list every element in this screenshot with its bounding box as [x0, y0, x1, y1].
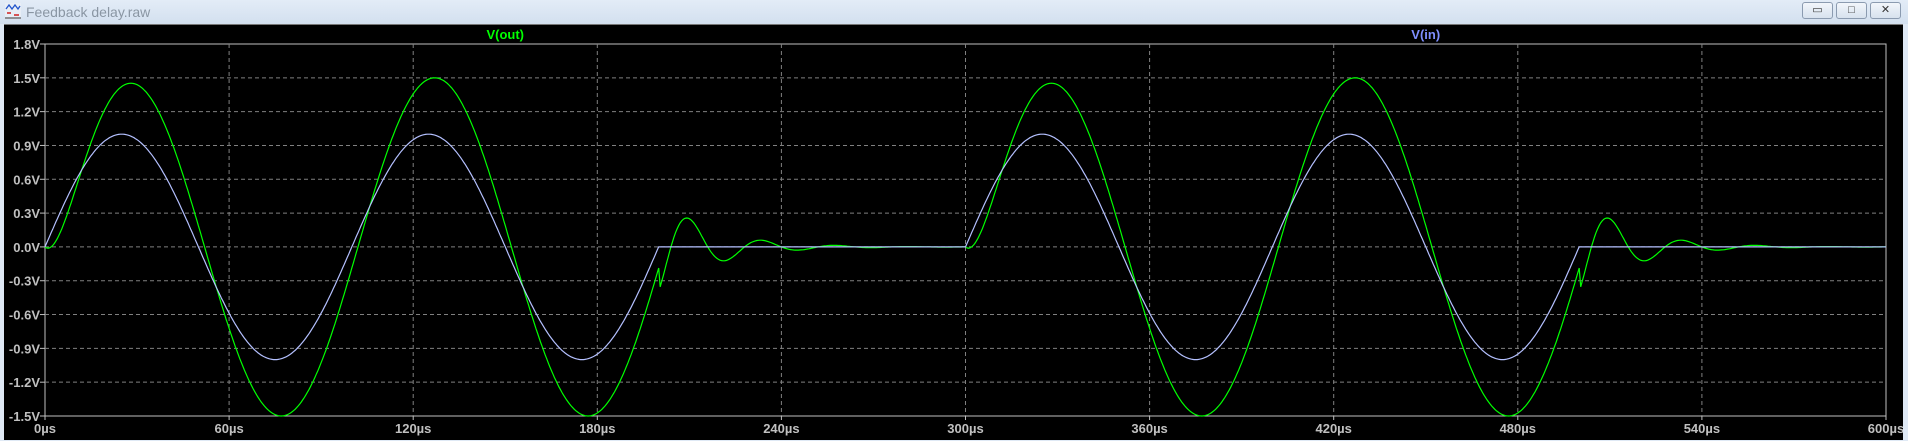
waveform-panel[interactable]: 0µs 60µs 120µs 180µs 240µs 300µs 360µs 420µs 480… [4, 24, 1903, 440]
title-bar: Feedback delay.raw ▭ □ ✕ [0, 0, 1908, 24]
y-tick-label: -1.2V [9, 375, 40, 390]
x-tick-label: 120µs [395, 421, 431, 436]
y-tick-label: 1.2V [13, 105, 40, 120]
trace-label-vin[interactable]: V(in) [1411, 27, 1440, 42]
y-tick-label: 0.0V [13, 240, 40, 255]
minimize-button[interactable]: ▭ [1802, 2, 1833, 19]
y-tick-label: -1.5V [9, 409, 40, 424]
x-tick-label: 240µs [763, 421, 799, 436]
window-title: Feedback delay.raw [26, 4, 151, 20]
x-tick-label: 360µs [1131, 421, 1167, 436]
y-tick-label: 0.6V [13, 172, 40, 187]
y-tick-label: 0.9V [13, 138, 40, 153]
x-tick-label: 600µs [1868, 421, 1903, 436]
y-tick-label: 1.5V [13, 71, 40, 86]
x-tick-label: 420µs [1315, 421, 1351, 436]
waveform-plot[interactable]: 0µs 60µs 120µs 180µs 240µs 300µs 360µs 420µs 480… [4, 25, 1903, 441]
waveform-viewer-icon [5, 3, 21, 19]
x-tick-label: 300µs [947, 421, 983, 436]
y-tick-label: -0.6V [9, 308, 40, 323]
x-tick-label: 180µs [579, 421, 615, 436]
x-tick-label: 480µs [1500, 421, 1536, 436]
trace-label-vout[interactable]: V(out) [486, 27, 524, 42]
y-tick-label: 1.8V [13, 37, 40, 52]
close-button[interactable]: ✕ [1870, 2, 1901, 19]
y-tick-label: -0.3V [9, 274, 40, 289]
y-tick-label: -0.9V [9, 341, 40, 356]
x-tick-label: 540µs [1684, 421, 1720, 436]
y-tick-label: 0.3V [13, 206, 40, 221]
restore-button[interactable]: □ [1836, 2, 1867, 19]
x-tick-label: 60µs [215, 421, 244, 436]
